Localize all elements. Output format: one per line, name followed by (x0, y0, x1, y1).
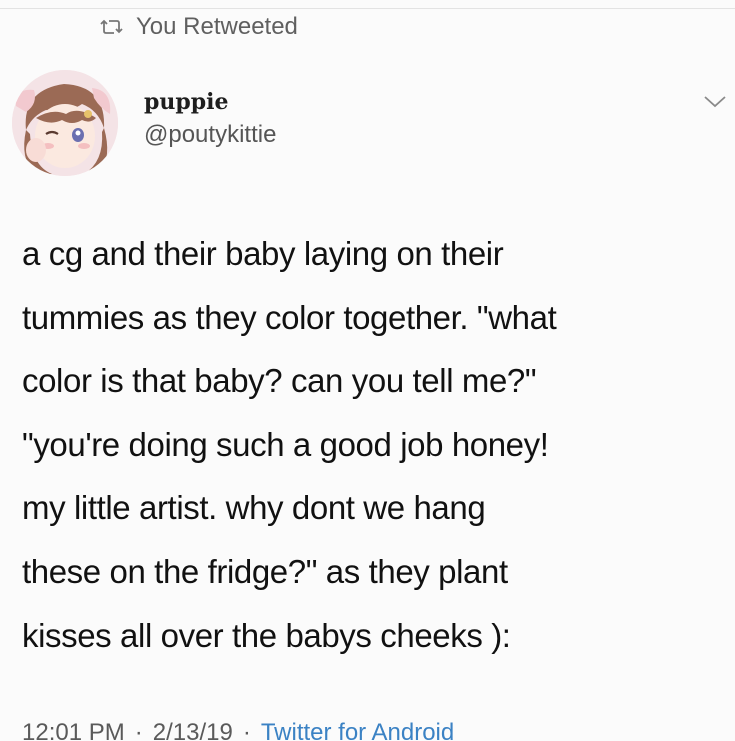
tweet-time[interactable]: 12:01 PM (22, 719, 125, 741)
tweet-page: You Retweeted puppie @poutykittie a cg a… (0, 0, 735, 741)
tweet-text: a cg and their baby laying on their tumm… (22, 222, 727, 667)
chevron-down-icon (702, 92, 728, 112)
more-options-button[interactable] (702, 92, 728, 112)
separator: · (134, 719, 143, 741)
tweet-line: my little artist. why dont we hang (22, 489, 486, 527)
tweet-line: a cg and their baby laying on their (22, 235, 504, 272)
tweet-line: tummies as they color together. "what (22, 298, 557, 336)
author-handle[interactable]: @poutykittie (144, 118, 276, 152)
tweet-line: these on the fridge?" as they plant (22, 552, 508, 590)
tweet-date[interactable]: 2/13/19 (153, 719, 233, 741)
tweet-line: kisses all over the babys cheeks ): (22, 616, 511, 654)
avatar[interactable] (12, 70, 118, 176)
author-info: puppie @poutykittie (144, 88, 276, 152)
retweet-icon (100, 17, 124, 37)
retweet-label: You Retweeted (136, 13, 298, 40)
tweet-line: "you're doing such a good job honey! (22, 425, 549, 463)
retweet-indicator: You Retweeted (100, 12, 298, 42)
tweet-metadata: 12:01 PM · 2/13/19 · Twitter for Android (22, 718, 454, 741)
author-display-name[interactable]: puppie (144, 88, 276, 116)
separator: · (242, 719, 251, 741)
tweet-line: color is that baby? can you tell me?" (22, 362, 537, 400)
divider (0, 8, 735, 9)
source-link[interactable]: Twitter for Android (261, 719, 454, 741)
